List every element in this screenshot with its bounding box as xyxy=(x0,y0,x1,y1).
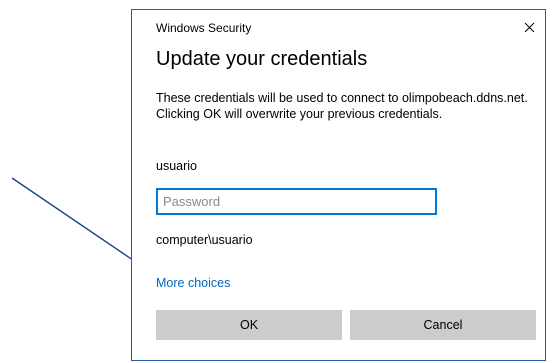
close-icon xyxy=(524,22,534,32)
more-choices-link[interactable]: More choices xyxy=(156,276,230,290)
dialog-description: These credentials will be used to connec… xyxy=(156,91,528,121)
ok-button[interactable]: OK xyxy=(156,310,342,340)
screenshot-stage: Windows Security Update your credentials… xyxy=(0,0,555,363)
domain-user-label: computer\usuario xyxy=(156,233,253,247)
username-label: usuario xyxy=(156,159,197,173)
password-field[interactable] xyxy=(156,188,437,215)
app-label: Windows Security xyxy=(156,21,252,35)
credentials-dialog: Windows Security Update your credentials… xyxy=(131,9,546,361)
cancel-button[interactable]: Cancel xyxy=(350,310,536,340)
close-button[interactable] xyxy=(515,15,543,39)
dialog-title: Update your credentials xyxy=(156,48,368,70)
